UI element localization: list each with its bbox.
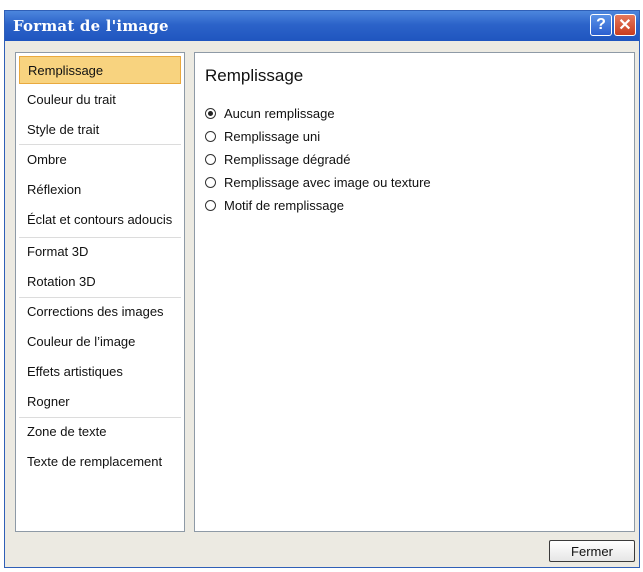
radio-button[interactable] <box>205 199 216 211</box>
sidebar-item-remplissage[interactable]: Remplissage <box>19 56 181 84</box>
option-remplissage-image-texture[interactable]: Remplissage avec image ou texture <box>205 173 431 191</box>
radio-button[interactable] <box>205 107 216 119</box>
close-icon[interactable]: ✕ <box>614 14 636 36</box>
radio-button[interactable] <box>205 130 216 142</box>
sidebar-item-ombre[interactable]: Ombre <box>19 146 181 174</box>
help-icon[interactable]: ? <box>590 14 612 36</box>
sidebar-item-rotation-3d[interactable]: Rotation 3D <box>19 268 181 296</box>
sidebar-item-couleur-du-trait[interactable]: Couleur du trait <box>19 86 181 114</box>
option-remplissage-uni[interactable]: Remplissage uni <box>205 127 320 145</box>
sidebar-separator <box>19 144 181 145</box>
sidebar-item-couleur-image[interactable]: Couleur de l’image <box>19 328 181 356</box>
category-sidebar: Remplissage Couleur du trait Style de tr… <box>15 52 185 532</box>
option-label: Motif de remplissage <box>224 197 344 213</box>
format-image-dialog: Format de l'image ? ✕ Remplissage Couleu… <box>4 10 640 568</box>
option-motif-remplissage[interactable]: Motif de remplissage <box>205 196 344 214</box>
sidebar-item-style-de-trait[interactable]: Style de trait <box>19 116 181 144</box>
sidebar-item-zone-de-texte[interactable]: Zone de texte <box>19 418 181 446</box>
sidebar-item-format-3d[interactable]: Format 3D <box>19 238 181 266</box>
radio-button[interactable] <box>205 153 216 165</box>
sidebar-item-rogner[interactable]: Rogner <box>19 388 181 416</box>
options-panel: Remplissage Aucun remplissage Remplissag… <box>194 52 635 532</box>
radio-button[interactable] <box>205 176 216 188</box>
sidebar-item-effets-artistiques[interactable]: Effets artistiques <box>19 358 181 386</box>
option-label: Remplissage dégradé <box>224 151 351 167</box>
sidebar-item-texte-remplacement[interactable]: Texte de remplacement <box>19 448 181 476</box>
option-remplissage-degrade[interactable]: Remplissage dégradé <box>205 150 350 168</box>
dialog-title: Format de l'image <box>13 17 169 35</box>
option-label: Aucun remplissage <box>224 105 335 121</box>
option-aucun-remplissage[interactable]: Aucun remplissage <box>205 104 335 122</box>
sidebar-item-corrections-images[interactable]: Corrections des images <box>19 298 181 326</box>
title-bar[interactable]: Format de l'image ? ✕ <box>5 11 639 41</box>
close-button[interactable]: Fermer <box>549 540 635 562</box>
sidebar-item-eclat-contours[interactable]: Éclat et contours adoucis <box>19 206 181 234</box>
option-label: Remplissage uni <box>224 128 321 144</box>
panel-title: Remplissage <box>205 66 304 85</box>
option-label: Remplissage avec image ou texture <box>224 174 431 190</box>
sidebar-item-reflexion[interactable]: Réflexion <box>19 176 181 204</box>
